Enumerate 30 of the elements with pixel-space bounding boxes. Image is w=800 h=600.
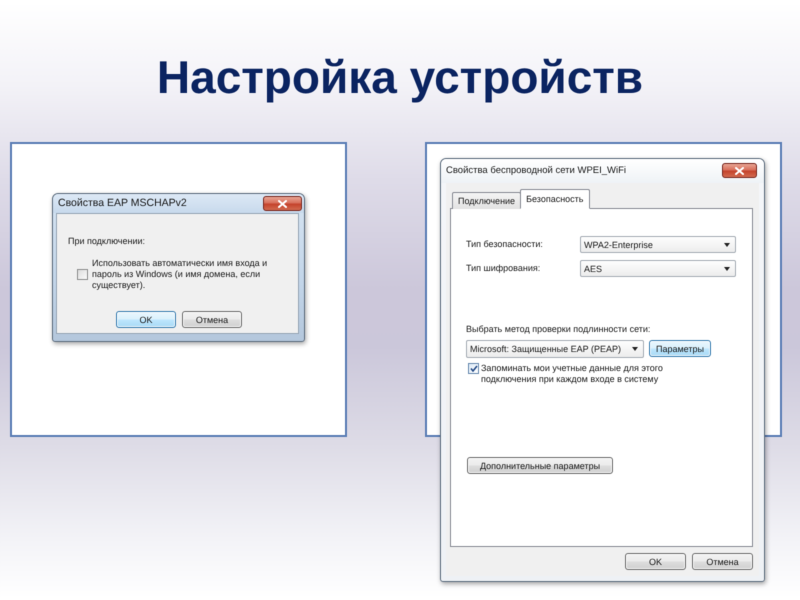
slide-title: Настройка устройств — [156, 50, 644, 105]
close-button[interactable] — [722, 163, 757, 178]
cancel-button[interactable]: Отмена — [692, 553, 753, 570]
ok-button[interactable]: OK — [116, 311, 176, 328]
dialog-title: Свойства EAP MSCHAPv2 — [58, 197, 187, 210]
parameters-button[interactable]: Параметры — [649, 340, 711, 357]
field-label: Тип шифрования: — [466, 263, 542, 274]
close-button[interactable] — [263, 196, 302, 211]
tab[interactable]: Безопасность — [520, 189, 590, 209]
checkbox-label: Использовать автоматически имя входа и пароль из Windows (и имя домена, если существует). — [92, 258, 268, 291]
caret-icon — [724, 242, 730, 246]
ok-button[interactable]: OK — [625, 553, 686, 570]
dropdown[interactable]: Microsoft: Защищенные EAP (PEAP) — [466, 340, 644, 358]
checkbox-label: Запоминать мои учетные данные для этого подключения при каждом входе в систему — [481, 363, 664, 385]
group-label: При подключении: — [68, 236, 146, 247]
cancel-button[interactable]: Отмена — [182, 311, 242, 328]
dialog-title: Свойства беспроводной сети WPEI_WiFi — [446, 165, 626, 177]
caret-icon — [724, 266, 730, 270]
dropdown[interactable]: AES — [580, 260, 736, 277]
check-icon — [470, 365, 478, 372]
field-label: Тип безопасности: — [466, 239, 544, 250]
caret-icon — [632, 347, 638, 351]
close-icon — [735, 166, 744, 174]
close-icon — [278, 200, 287, 208]
dropdown[interactable]: WPA2-Enterprise — [580, 236, 736, 253]
field-label: Выбрать метод проверки подлинности сети: — [466, 323, 652, 335]
checkbox[interactable] — [77, 269, 88, 280]
tab[interactable]: Подключение — [452, 192, 522, 209]
checkbox[interactable] — [468, 363, 479, 374]
advanced-settings-button[interactable]: Дополнительные параметры — [467, 457, 613, 474]
